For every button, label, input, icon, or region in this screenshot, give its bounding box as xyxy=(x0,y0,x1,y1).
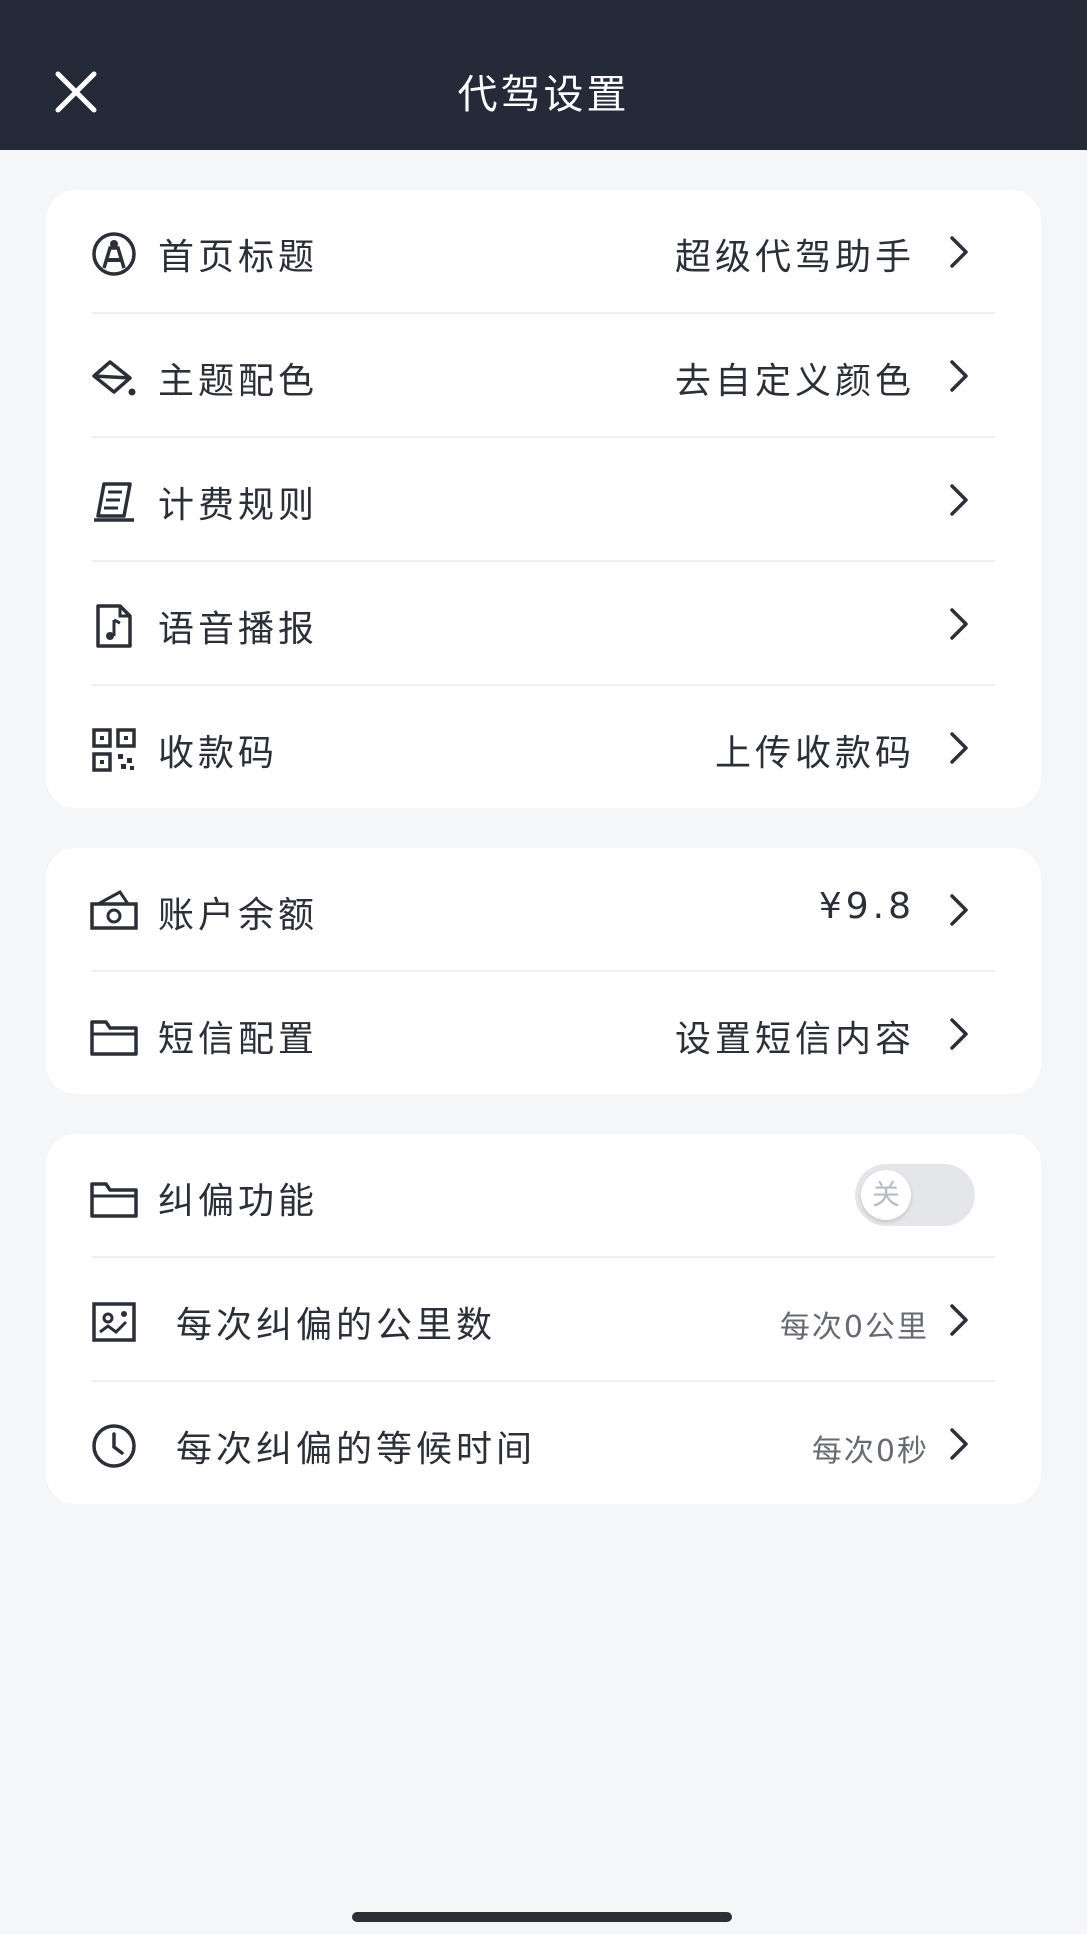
folder-icon xyxy=(90,1012,138,1060)
chevron-right-icon xyxy=(947,358,971,394)
row-home-title[interactable]: 首页标题 超级代驾助手 xyxy=(46,190,1041,314)
row-label: 收款码 xyxy=(158,733,279,774)
row-correction-toggle: 纠偏功能 关 xyxy=(46,1134,1041,1258)
row-value: 超级代驾助手 xyxy=(674,237,915,278)
row-payment-code[interactable]: 收款码 上传收款码 xyxy=(46,686,1041,810)
row-correction-km[interactable]: 每次纠偏的公里数 每次0公里 xyxy=(46,1258,1041,1382)
top-bar: 代驾设置 xyxy=(0,0,1087,150)
home-indicator[interactable] xyxy=(352,1912,732,1922)
chevron-right-icon xyxy=(947,606,971,642)
row-theme-color[interactable]: 主题配色 去自定义颜色 xyxy=(46,314,1041,438)
map-card-icon xyxy=(90,1298,138,1346)
chevron-right-icon xyxy=(947,482,971,518)
audio-file-icon xyxy=(90,602,138,650)
chevron-right-icon xyxy=(947,1016,971,1052)
row-voice-broadcast[interactable]: 语音播报 xyxy=(46,562,1041,686)
paint-bucket-icon xyxy=(90,354,138,402)
row-sms-config[interactable]: 短信配置 设置短信内容 xyxy=(46,972,1041,1096)
settings-card-2: 账户余额 ¥9.8 短信配置 设置短信内容 xyxy=(46,848,1041,1094)
page-title: 代驾设置 xyxy=(457,72,630,118)
toggle-knob: 关 xyxy=(861,1170,911,1220)
row-label: 语音播报 xyxy=(158,609,319,650)
row-value: 设置短信内容 xyxy=(674,1019,915,1060)
driver-icon xyxy=(90,230,138,278)
row-label: 账户余额 xyxy=(158,895,319,936)
qr-code-icon xyxy=(90,726,138,774)
correction-toggle[interactable]: 关 xyxy=(855,1164,975,1226)
row-label: 主题配色 xyxy=(158,361,319,402)
row-value: 上传收款码 xyxy=(714,733,915,774)
chevron-right-icon xyxy=(947,892,971,928)
row-label: 短信配置 xyxy=(158,1019,319,1060)
row-value: 每次0秒 xyxy=(811,1434,929,1469)
cash-icon xyxy=(90,888,138,936)
clock-icon xyxy=(90,1422,138,1470)
billing-rules-icon xyxy=(90,478,138,526)
row-account-balance[interactable]: 账户余额 ¥9.8 xyxy=(46,848,1041,972)
settings-card-3: 纠偏功能 关 每次纠偏的公里数 每次0公里 每次纠偏的等候时间 每次0秒 xyxy=(46,1134,1041,1504)
chevron-right-icon xyxy=(947,730,971,766)
settings-card-1: 首页标题 超级代驾助手 主题配色 去自定义颜色 计费规则 语音播报 收款码 上传… xyxy=(46,190,1041,808)
chevron-right-icon xyxy=(947,1426,971,1462)
row-correction-wait[interactable]: 每次纠偏的等候时间 每次0秒 xyxy=(46,1382,1041,1506)
chevron-right-icon xyxy=(947,1302,971,1338)
row-value: ¥9.8 xyxy=(818,886,915,927)
row-value: 去自定义颜色 xyxy=(674,361,915,402)
row-label: 每次纠偏的公里数 xyxy=(176,1305,497,1346)
row-label: 纠偏功能 xyxy=(158,1181,319,1222)
row-label: 首页标题 xyxy=(158,237,319,278)
folder-icon xyxy=(90,1174,138,1222)
row-label: 每次纠偏的等候时间 xyxy=(176,1429,537,1470)
row-label: 计费规则 xyxy=(158,485,319,526)
row-value: 每次0公里 xyxy=(779,1310,929,1345)
row-billing-rules[interactable]: 计费规则 xyxy=(46,438,1041,562)
chevron-right-icon xyxy=(947,234,971,270)
